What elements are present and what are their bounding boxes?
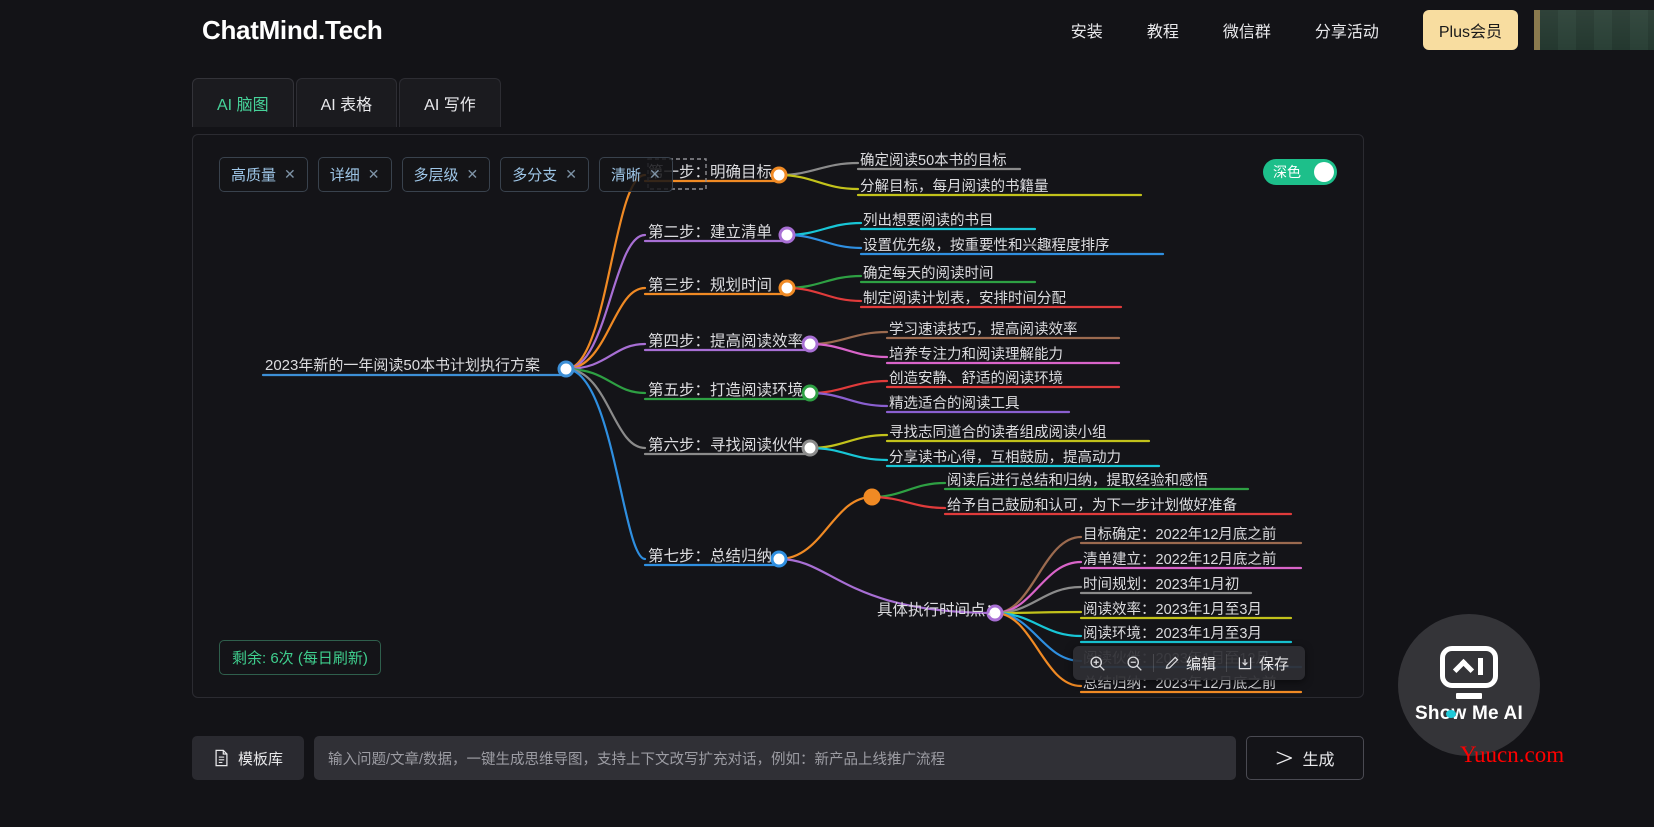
template-library-button[interactable]: 模板库	[192, 736, 304, 780]
node-leaf: 时间规划：2023年1月初	[1083, 576, 1239, 593]
dark-mode-toggle[interactable]: 深色	[1263, 159, 1337, 185]
nav-item-share[interactable]: 分享活动	[1293, 12, 1401, 48]
close-icon[interactable]: ✕	[649, 166, 661, 183]
node-leaf: 列出想要阅读的书目	[863, 212, 994, 229]
edit-label: 编辑	[1186, 655, 1217, 673]
node-step-4: 第四步：提高阅读效率	[648, 332, 803, 350]
brand-logo[interactable]: ChatMind.Tech	[202, 15, 383, 46]
save-icon	[1238, 657, 1252, 670]
send-icon	[1276, 751, 1293, 765]
save-button[interactable]: 保存	[1227, 649, 1299, 678]
composer-bar: 模板库 输入问题/文章/数据，一键生成思维导图，支持上下文改写扩充对话，例如：新…	[192, 736, 1364, 780]
close-icon[interactable]: ✕	[368, 166, 380, 183]
mindmap-graph[interactable]: 2023年新的一年阅读50本书计划执行方案 第一步：明确目标 第二步：建立清单 …	[193, 135, 1364, 698]
zoom-in-button[interactable]	[1079, 651, 1116, 676]
chip-label: 多分支	[512, 167, 558, 184]
node-leaf: 目标确定：2022年12月底之前	[1083, 526, 1276, 543]
remaining-quota-badge: 剩余: 6次 (每日刷新)	[219, 640, 381, 675]
watermark-site: Yuucn.com	[1460, 742, 1565, 767]
toggle-knob	[1314, 162, 1334, 182]
node-step-5: 第五步：打造阅读环境	[648, 380, 803, 399]
monitor-icon	[1440, 645, 1498, 688]
save-label: 保存	[1259, 655, 1290, 673]
chip-detailed[interactable]: 详细 ✕	[317, 157, 392, 192]
tab-ai-writing[interactable]: AI 写作	[399, 78, 501, 127]
caret-glyph	[1452, 658, 1474, 680]
tab-ai-mindmap[interactable]: AI 脑图	[192, 78, 294, 127]
prompt-input[interactable]: 输入问题/文章/数据，一键生成思维导图，支持上下文改写扩充对话，例如：新产品上线…	[314, 736, 1236, 780]
node-leaf: 阅读效率：2023年1月至3月	[1083, 601, 1262, 618]
node-step-2: 第二步：建立清单	[648, 223, 772, 241]
plus-member-button[interactable]: Plus会员	[1422, 10, 1518, 50]
cursor-glyph	[1477, 658, 1483, 675]
prompt-placeholder: 输入问题/文章/数据，一键生成思维导图，支持上下文改写扩充对话，例如：新产品上线…	[328, 751, 946, 768]
style-chip-list: 高质量 ✕ 详细 ✕ 多层级 ✕ 多分支 ✕ 清晰 ✕	[219, 157, 673, 192]
node-leaf: 给予自己鼓励和认可，为下一步计划做好准备	[947, 497, 1237, 514]
dark-mode-label: 深色	[1273, 164, 1301, 180]
node-root: 2023年新的一年阅读50本书计划执行方案	[265, 356, 540, 374]
generate-label: 生成	[1302, 752, 1335, 769]
watermark-brand: Show Me AI	[1415, 703, 1523, 725]
watermark-brand-text: Show Me AI	[1415, 702, 1523, 724]
node-edit-toolbar[interactable]: 编辑 保存	[1073, 646, 1306, 680]
edit-button[interactable]: 编辑	[1154, 649, 1226, 678]
pencil-icon	[1165, 656, 1179, 669]
tab-ai-table[interactable]: AI 表格	[295, 78, 398, 127]
node-step-7: 第七步：总结归纳	[648, 547, 772, 565]
chip-clear[interactable]: 清晰 ✕	[599, 157, 673, 192]
nav-item-install[interactable]: 安装	[1049, 12, 1125, 48]
chip-multi-level[interactable]: 多层级 ✕	[401, 157, 491, 192]
node-leaf: 制定阅读计划表，安排时间分配	[863, 290, 1066, 307]
node-timeline: 具体执行时间点：	[877, 601, 1001, 619]
monitor-stand	[1456, 692, 1482, 699]
close-icon[interactable]: ✕	[284, 166, 296, 183]
node-leaf: 分解目标，每月阅读的书籍量	[860, 178, 1049, 195]
node-step-6: 第六步：寻找阅读伙伴	[648, 436, 803, 454]
chip-label: 详细	[329, 167, 360, 184]
main-nav: 安装 教程 微信群 分享活动 Plus会员	[1049, 10, 1654, 50]
watermark-dot	[1446, 709, 1457, 718]
document-icon	[215, 749, 228, 767]
node-leaf: 学习速读技巧，提高阅读效率	[889, 321, 1078, 338]
app-root: ChatMind.Tech 安装 教程 微信群 分享活动 Plus会员 AI 脑…	[0, 0, 1654, 827]
node-leaf: 确定阅读50本书的目标	[860, 152, 1007, 169]
zoom-out-icon	[1127, 655, 1142, 671]
node-leaf: 清单建立：2022年12月底之前	[1083, 551, 1276, 568]
close-icon[interactable]: ✕	[565, 166, 577, 183]
user-avatar[interactable]	[1534, 10, 1654, 50]
mindmap-canvas[interactable]: 高质量 ✕ 详细 ✕ 多层级 ✕ 多分支 ✕ 清晰 ✕ 深色 剩余: 6次 (每…	[192, 134, 1364, 698]
node-leaf: 确定每天的阅读时间	[863, 265, 994, 282]
chip-multi-branch[interactable]: 多分支 ✕	[500, 157, 589, 192]
chip-label: 高质量	[231, 167, 277, 184]
tab-bar: AI 脑图 AI 表格 AI 写作	[192, 78, 503, 127]
node-leaf: 阅读环境：2023年1月至3月	[1083, 624, 1262, 642]
close-icon[interactable]: ✕	[467, 166, 479, 183]
node-step-3: 第三步：规划时间	[648, 276, 772, 294]
zoom-in-icon	[1090, 655, 1105, 671]
node-leaf: 寻找志同道合的读者组成阅读小组	[889, 424, 1107, 441]
node-leaf: 分享读书心得，互相鼓励，提高动力	[889, 449, 1121, 466]
chip-high-quality[interactable]: 高质量 ✕	[219, 157, 308, 192]
chip-label: 多层级	[413, 167, 459, 184]
node-leaf: 阅读后进行总结和归纳，提取经验和感悟	[947, 472, 1208, 489]
generate-button[interactable]: 生成	[1246, 736, 1364, 780]
node-leaf: 精选适合的阅读工具	[889, 395, 1020, 412]
header: ChatMind.Tech 安装 教程 微信群 分享活动 Plus会员	[0, 0, 1654, 60]
template-library-label: 模板库	[237, 750, 283, 768]
zoom-out-button[interactable]	[1116, 651, 1153, 676]
node-leaf: 设置优先级，按重要性和兴趣程度排序	[863, 237, 1110, 254]
nav-item-wechat[interactable]: 微信群	[1201, 12, 1293, 48]
showmeai-watermark: Show Me AI	[1398, 614, 1540, 756]
nav-item-tutorial[interactable]: 教程	[1125, 12, 1201, 48]
node-leaf: 培养专注力和阅读理解能力	[889, 346, 1063, 363]
node-leaf: 创造安静、舒适的阅读环境	[889, 369, 1063, 387]
chip-label: 清晰	[611, 167, 642, 184]
